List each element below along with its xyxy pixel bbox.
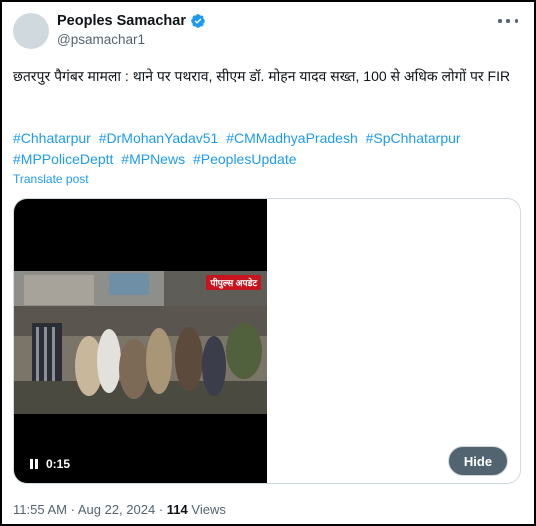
author-name-row[interactable]: Peoples Samachar [57, 13, 206, 29]
post-time[interactable]: 11:55 AM [13, 502, 67, 517]
pause-icon[interactable] [30, 459, 38, 469]
post-card: Peoples Samachar @psamachar1 छतरपुर पैगं… [0, 0, 536, 526]
meta-separator: · [70, 502, 75, 517]
hashtag-link[interactable]: #PeoplesUpdate [193, 151, 297, 167]
hashtag-link[interactable]: #MPPoliceDeptt [13, 151, 113, 167]
channel-logo: पीपुल्स अपडेट [206, 275, 261, 290]
media-card: पीपुल्स अपडेट 0:15 Hide [13, 198, 521, 484]
hashtag-link[interactable]: #Chhatarpur [13, 130, 91, 146]
translate-post-link[interactable]: Translate post [13, 172, 89, 186]
video-scene-image [14, 271, 267, 414]
hide-button[interactable]: Hide [448, 446, 508, 476]
hashtag-link[interactable]: #DrMohanYadav51 [99, 130, 219, 146]
author-handle[interactable]: @psamachar1 [57, 32, 145, 47]
meta-separator: · [158, 502, 164, 517]
video-player[interactable]: पीपुल्स अपडेट 0:15 [14, 199, 267, 483]
video-controls: 0:15 [30, 457, 70, 471]
views-count: 114 [166, 502, 188, 517]
author-name[interactable]: Peoples Samachar [57, 13, 186, 29]
post-text: छतरपुर पैगंबर मामला : थाने पर पथराव, सीए… [13, 68, 511, 84]
video-time: 0:15 [46, 457, 71, 471]
views-label: Views [191, 502, 226, 517]
hashtag-list: #Chhatarpur #DrMohanYadav51 #CMMadhyaPra… [13, 128, 528, 170]
hashtag-link[interactable]: #MPNews [121, 151, 185, 167]
post-meta: 11:55 AM · Aug 22, 2024 · 114 Views [13, 502, 226, 517]
hashtag-link[interactable]: #SpChhatarpur [366, 130, 461, 146]
video-thumbnail: पीपुल्स अपडेट [14, 271, 267, 414]
verified-badge-icon [191, 14, 205, 28]
avatar[interactable] [13, 13, 49, 49]
hashtag-link[interactable]: #CMMadhyaPradesh [226, 130, 358, 146]
more-options-icon[interactable] [498, 13, 518, 29]
post-date[interactable]: Aug 22, 2024 [78, 502, 155, 517]
